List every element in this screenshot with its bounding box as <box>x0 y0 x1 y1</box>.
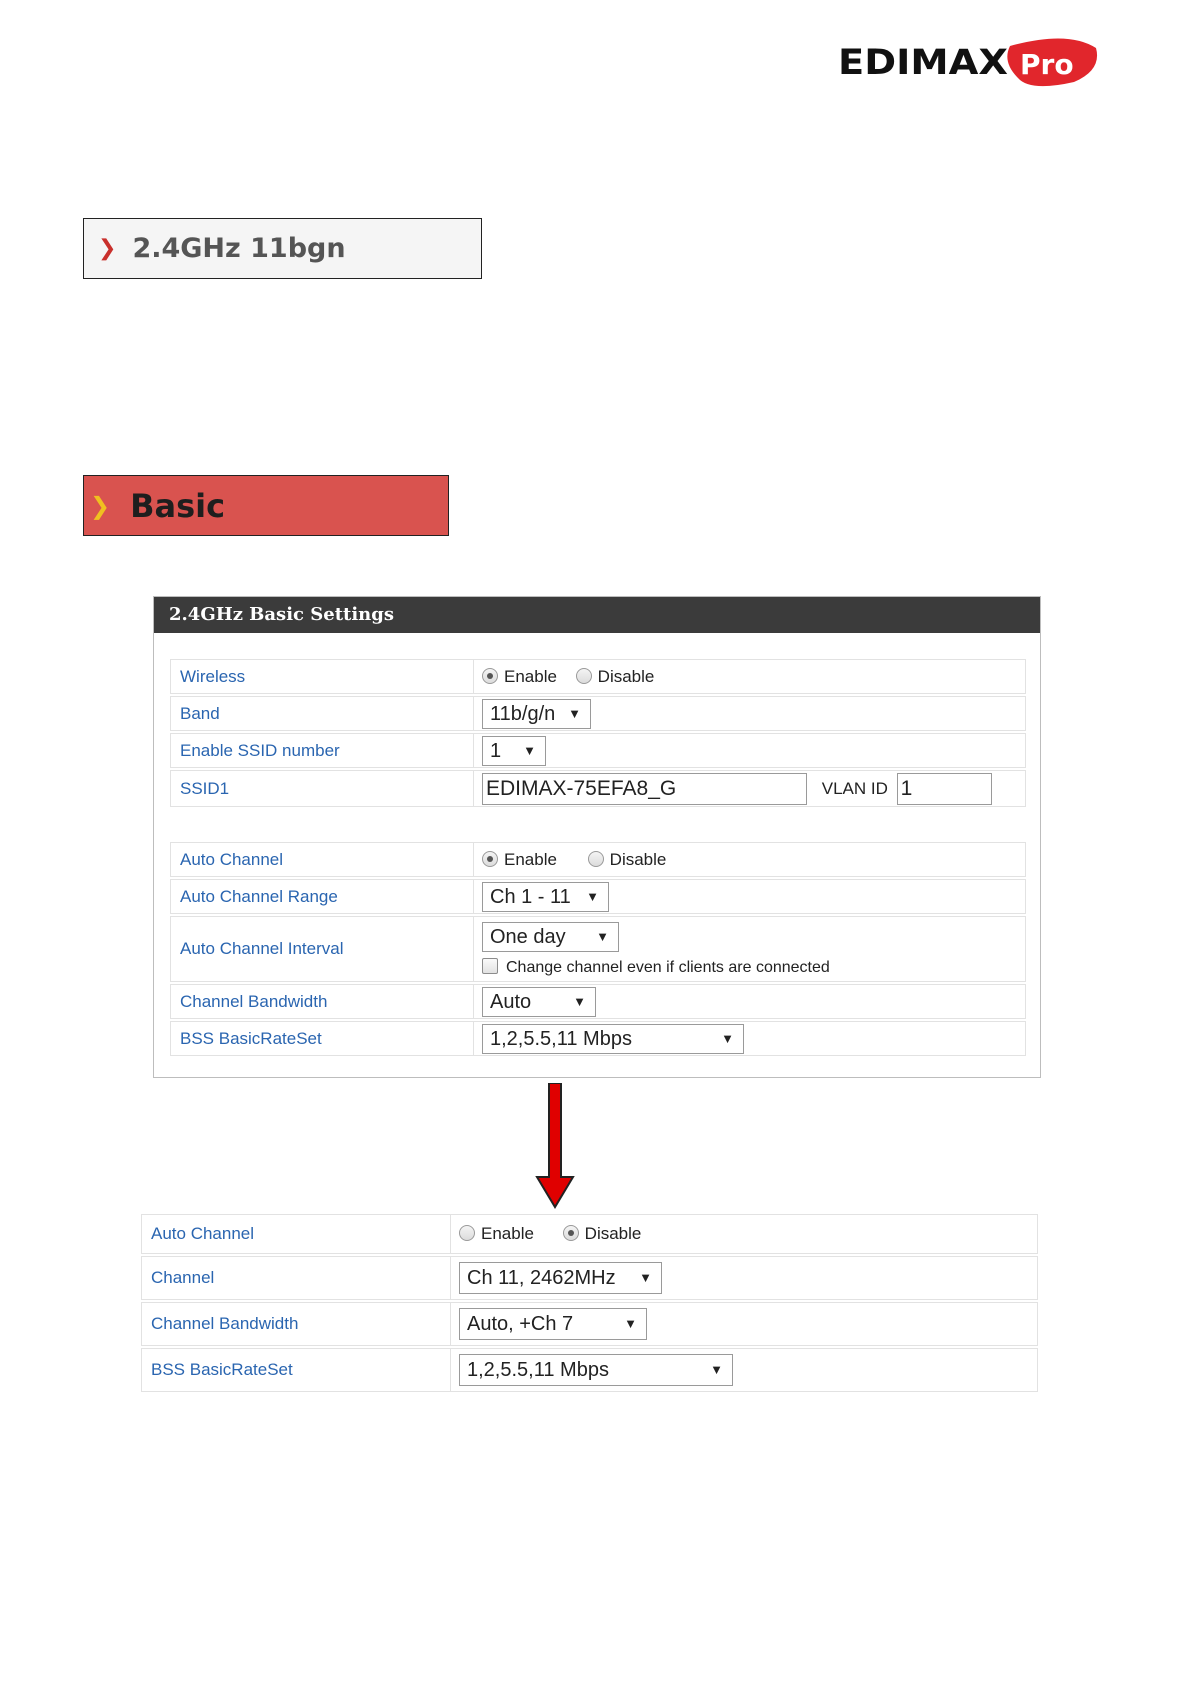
bss-basic-rate-set-label: BSS BasicRateSet <box>170 1021 474 1056</box>
nav-basic[interactable]: ❯ Basic <box>83 475 449 536</box>
basic-settings-panel: 2.4GHz Basic Settings Wireless Enable Di… <box>153 596 1041 1078</box>
chevron-right-icon: ❯ <box>98 236 117 261</box>
chevron-right-icon: ❯ <box>90 491 111 520</box>
auto-channel-disable-radio[interactable] <box>587 850 604 867</box>
nav-2-4ghz-11bgn[interactable]: ❯ 2.4GHz 11bgn <box>83 218 482 279</box>
auto-channel-value: Enable Disable <box>451 1214 1038 1254</box>
vlan-id-label: VLAN ID <box>821 778 888 798</box>
triangle-down-icon: ▼ <box>596 929 609 944</box>
ssid-number-value: 1 ▼ <box>474 733 1026 768</box>
arrow-down-icon <box>535 1083 575 1209</box>
triangle-down-icon: ▼ <box>568 705 581 721</box>
auto-channel-enable-radio[interactable] <box>459 1225 475 1241</box>
auto-channel-value: Enable Disable <box>474 842 1026 877</box>
triangle-down-icon: ▼ <box>523 742 536 758</box>
wireless-disable-radio[interactable] <box>575 667 592 684</box>
table-row: Wireless Enable Disable <box>170 659 1026 694</box>
table-row: Auto Channel Interval One day ▼ Change ch… <box>170 916 1026 982</box>
bss-basic-rate-set-select[interactable]: 1,2,5.5,11 Mbps ▼ <box>482 1023 744 1054</box>
bss-basic-rate-set-select-value: 1,2,5.5,11 Mbps <box>467 1359 609 1381</box>
ssid1-value: EDIMAX-75EFA8_G VLAN ID 1 <box>474 770 1026 807</box>
logo-wordmark: EDIMAX <box>838 43 1008 83</box>
table-row: Auto Channel Range Ch 1 - 11 ▼ <box>170 879 1026 914</box>
table-row: BSS BasicRateSet 1,2,5.5,11 Mbps ▼ <box>141 1348 1038 1392</box>
channel-value: Ch 11, 2462MHz ▼ <box>451 1256 1038 1300</box>
auto-channel-disable-label: Disable <box>584 1224 642 1243</box>
table-row: BSS BasicRateSet 1,2,5.5,11 Mbps ▼ <box>170 1021 1026 1056</box>
logo-pro-text: Pro <box>1020 48 1074 81</box>
wireless-settings-table: Wireless Enable Disable Band 11b/g/n ▼ En… <box>170 657 1026 809</box>
bss-basic-rate-set-select[interactable]: 1,2,5.5,11 Mbps ▼ <box>459 1354 733 1386</box>
table-row: Channel Bandwidth Auto, +Ch 7 ▼ <box>141 1302 1038 1346</box>
edimax-pro-logo: EDIMAX Pro <box>838 38 1098 87</box>
channel-label: Channel <box>141 1256 451 1300</box>
auto-channel-interval-label: Auto Channel Interval <box>170 916 474 982</box>
band-value: 11b/g/n ▼ <box>474 696 1026 731</box>
channel-bandwidth-label: Channel Bandwidth <box>170 984 474 1019</box>
bss-basic-rate-set-label: BSS BasicRateSet <box>141 1348 451 1392</box>
auto-channel-interval-select[interactable]: One day ▼ <box>482 922 619 952</box>
triangle-down-icon: ▼ <box>710 1362 723 1377</box>
wireless-label: Wireless <box>170 659 474 694</box>
channel-bandwidth-label: Channel Bandwidth <box>141 1302 451 1346</box>
auto-channel-range-select[interactable]: Ch 1 - 11 ▼ <box>482 881 609 912</box>
channel-bandwidth-select[interactable]: Auto, +Ch 7 ▼ <box>459 1308 647 1340</box>
auto-channel-range-select-value: Ch 1 - 11 <box>490 885 571 908</box>
auto-channel-interval-value: One day ▼ Change channel even if clients … <box>474 916 1026 982</box>
ssid-number-select-value: 1 <box>490 739 502 762</box>
nav-basic-label: Basic <box>130 486 226 525</box>
triangle-down-icon: ▼ <box>624 1316 637 1331</box>
channel-select[interactable]: Ch 11, 2462MHz ▼ <box>459 1262 662 1294</box>
channel-bandwidth-value: Auto ▼ <box>474 984 1026 1019</box>
auto-channel-interval-select-value: One day <box>490 926 566 948</box>
table-row: Band 11b/g/n ▼ <box>170 696 1026 731</box>
auto-channel-enable-label: Enable <box>481 1224 534 1243</box>
bss-basic-rate-set-value: 1,2,5.5,11 Mbps ▼ <box>474 1021 1026 1056</box>
auto-channel-disable-radio[interactable] <box>562 1225 579 1241</box>
channel-bandwidth-select-value: Auto, +Ch 7 <box>467 1313 574 1335</box>
panel-title: 2.4GHz Basic Settings <box>154 597 1040 633</box>
ssid-number-label: Enable SSID number <box>170 733 474 768</box>
band-select-value: 11b/g/n <box>490 702 556 725</box>
triangle-down-icon: ▼ <box>639 1270 652 1285</box>
table-row: Auto Channel Enable Disable <box>141 1214 1038 1254</box>
channel-bandwidth-value: Auto, +Ch 7 ▼ <box>451 1302 1038 1346</box>
auto-channel-enable-radio[interactable] <box>482 850 498 867</box>
auto-channel-label: Auto Channel <box>170 842 474 877</box>
channel-settings-table: Auto Channel Enable Disable Auto Channel… <box>170 840 1026 1058</box>
table-row: Auto Channel Enable Disable <box>170 842 1026 877</box>
table-row: Enable SSID number 1 ▼ <box>170 733 1026 768</box>
vlan-id-input[interactable]: 1 <box>896 772 992 805</box>
wireless-disable-label: Disable <box>597 666 655 686</box>
bss-basic-rate-set-value: 1,2,5.5,11 Mbps ▼ <box>451 1348 1038 1392</box>
auto-channel-range-label: Auto Channel Range <box>170 879 474 914</box>
auto-channel-range-value: Ch 1 - 11 ▼ <box>474 879 1026 914</box>
band-select[interactable]: 11b/g/n ▼ <box>482 698 591 729</box>
table-row: SSID1 EDIMAX-75EFA8_G VLAN ID 1 <box>170 770 1026 807</box>
change-channel-checkbox-label: Change channel even if clients are conne… <box>506 959 830 976</box>
triangle-down-icon: ▼ <box>573 993 586 1009</box>
auto-channel-disable-label: Disable <box>609 849 667 869</box>
auto-channel-label: Auto Channel <box>141 1214 451 1254</box>
manual-channel-table: Auto Channel Enable Disable Channel Ch 1… <box>141 1212 1038 1394</box>
band-label: Band <box>170 696 474 731</box>
table-row: Channel Ch 11, 2462MHz ▼ <box>141 1256 1038 1300</box>
wireless-value: Enable Disable <box>474 659 1026 694</box>
channel-bandwidth-select[interactable]: Auto ▼ <box>482 986 596 1017</box>
nav-band-label: 2.4GHz 11bgn <box>132 233 346 264</box>
wireless-enable-label: Enable <box>504 666 557 686</box>
ssid1-input[interactable]: EDIMAX-75EFA8_G <box>482 772 807 805</box>
ssid-number-select[interactable]: 1 ▼ <box>482 735 546 766</box>
triangle-down-icon: ▼ <box>721 1030 734 1046</box>
change-channel-checkbox[interactable] <box>482 958 498 974</box>
triangle-down-icon: ▼ <box>586 888 599 904</box>
ssid1-label: SSID1 <box>170 770 474 807</box>
auto-channel-enable-label: Enable <box>504 849 557 869</box>
channel-select-value: Ch 11, 2462MHz <box>467 1267 616 1289</box>
channel-bandwidth-select-value: Auto <box>490 990 532 1013</box>
wireless-enable-radio[interactable] <box>482 667 498 684</box>
table-row: Channel Bandwidth Auto ▼ <box>170 984 1026 1019</box>
bss-basic-rate-set-select-value: 1,2,5.5,11 Mbps <box>490 1027 632 1050</box>
